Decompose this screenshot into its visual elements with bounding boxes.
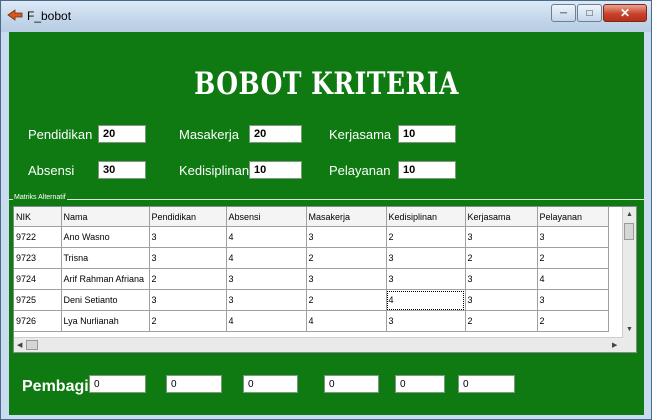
maximize-button[interactable]: □ [577,4,602,22]
window-title: F_bobot [27,9,72,23]
matrix-group-label: Matriks Alternatif [13,194,67,201]
pembagi-label: Pembagi [22,378,89,395]
scroll-up-icon[interactable]: ▲ [626,211,633,218]
column-header-pelayanan[interactable]: Pelayanan [537,207,609,227]
close-button[interactable]: ✕ [603,4,647,22]
column-header-pendidikan[interactable]: Pendidikan [149,207,227,227]
table-cell[interactable]: 3 [149,226,227,248]
masakerja-label: Masakerja [179,127,239,142]
app-window: F_bobot ─ □ ✕ BOBOT KRITERIA Pendidikan … [0,0,652,420]
table-cell[interactable]: 9723 [14,247,62,269]
pembagi-field-6[interactable]: 0 [458,375,515,393]
horizontal-scrollbar[interactable]: ◀ ▶ [14,337,623,352]
minimize-button[interactable]: ─ [551,4,576,22]
table-cell[interactable]: 2 [465,310,538,332]
pembagi-field-2[interactable]: 0 [166,375,222,393]
kerjasama-field[interactable]: 10 [398,125,456,143]
table-cell[interactable]: 2 [465,247,538,269]
table-cell[interactable]: 9724 [14,268,62,290]
table-cell[interactable]: 3 [386,247,466,269]
title-bar[interactable]: F_bobot ─ □ ✕ [1,1,651,32]
table-row: 9723 Trisna 3 4 2 3 2 2 [14,247,609,269]
table-cell[interactable]: Arif Rahman Afriana [61,268,150,290]
table-row: 9724 Arif Rahman Afriana 2 3 3 3 3 4 [14,268,609,290]
column-header-nama[interactable]: Nama [61,207,150,227]
column-header-nik[interactable]: NIK [14,207,62,227]
table-cell[interactable]: 3 [386,310,466,332]
column-header-absensi[interactable]: Absensi [226,207,307,227]
table-cell[interactable]: Ano Wasno [61,226,150,248]
pendidikan-label: Pendidikan [28,127,93,142]
table-row: 9726 Lya Nurlianah 2 4 4 3 2 2 [14,310,609,332]
table-cell[interactable]: 9722 [14,226,62,248]
scroll-down-icon[interactable]: ▼ [626,326,633,333]
table-cell[interactable]: 3 [465,268,538,290]
form-client-area: BOBOT KRITERIA Pendidikan 20 Masakerja 2… [9,32,644,415]
scroll-left-icon[interactable]: ◀ [17,341,22,349]
absensi-field[interactable]: 30 [98,161,146,179]
table-cell[interactable]: 3 [226,268,307,290]
horizontal-scroll-thumb[interactable] [26,340,38,350]
table-cell[interactable]: 2 [306,247,387,269]
table-row: 9725 Deni Setianto 3 3 2 4 3 3 [14,289,609,311]
table-cell[interactable]: 3 [306,268,387,290]
pembagi-field-4[interactable]: 0 [324,375,379,393]
absensi-label: Absensi [28,163,75,178]
caption-buttons: ─ □ ✕ [550,4,647,24]
pembagi-field-1[interactable]: 0 [89,375,146,393]
kedisiplinan-label: Kedisiplinan [179,163,250,178]
column-header-kedisiplinan[interactable]: Kedisiplinan [386,207,466,227]
table-cell[interactable]: 3 [149,289,227,311]
table-header-row: NIK Nama Pendidikan Absensi Masakerja Ke… [14,207,609,227]
vertical-scroll-thumb[interactable] [624,223,634,240]
table-cell[interactable]: 2 [537,247,609,269]
table-cell[interactable]: 9725 [14,289,62,311]
table-cell[interactable]: 3 [537,226,609,248]
minimize-icon: ─ [559,7,568,19]
kerjasama-label: Kerjasama [329,127,392,142]
pelayanan-label: Pelayanan [329,163,391,178]
table-cell[interactable]: 3 [386,268,466,290]
maximize-icon: □ [586,7,593,19]
table-cell[interactable]: 4 [226,226,307,248]
table-cell[interactable]: 3 [149,247,227,269]
table-cell[interactable]: 4 [537,268,609,290]
table-cell[interactable]: Deni Setianto [61,289,150,311]
table-cell[interactable]: 9726 [14,310,62,332]
table-cell-selected[interactable]: 4 [386,289,466,311]
table-cell[interactable]: 3 [226,289,307,311]
kedisiplinan-field[interactable]: 10 [249,161,302,179]
scroll-right-icon[interactable]: ▶ [612,341,617,349]
table-cell[interactable]: 2 [149,268,227,290]
table-cell[interactable]: 4 [226,310,307,332]
alternatives-table: NIK Nama Pendidikan Absensi Masakerja Ke… [14,207,609,332]
pembagi-field-3[interactable]: 0 [243,375,298,393]
table-cell[interactable]: 4 [306,310,387,332]
table-cell[interactable]: Trisna [61,247,150,269]
form-icon [7,8,23,22]
pelayanan-field[interactable]: 10 [398,161,456,179]
pendidikan-field[interactable]: 20 [98,125,146,143]
scrollbar-corner [623,338,636,352]
table-cell[interactable]: 4 [226,247,307,269]
close-icon: ✕ [619,6,631,20]
column-header-masakerja[interactable]: Masakerja [306,207,387,227]
page-title: BOBOT KRITERIA [194,65,459,102]
table-cell[interactable]: 2 [149,310,227,332]
vertical-scrollbar[interactable]: ▲ ▼ [622,207,636,338]
table-cell[interactable]: Lya Nurlianah [61,310,150,332]
table-cell[interactable]: 2 [386,226,466,248]
pembagi-field-5[interactable]: 0 [395,375,445,393]
table-cell[interactable]: 3 [465,226,538,248]
table-cell[interactable]: 3 [537,289,609,311]
table-cell[interactable]: 3 [465,289,538,311]
table-row: 9722 Ano Wasno 3 4 3 2 3 3 [14,226,609,248]
table-cell[interactable]: 2 [306,289,387,311]
column-header-kerjasama[interactable]: Kerjasama [465,207,538,227]
table-cell[interactable]: 2 [537,310,609,332]
table-cell[interactable]: 3 [306,226,387,248]
group-divider [9,199,644,200]
masakerja-field[interactable]: 20 [249,125,302,143]
alternatives-grid[interactable]: NIK Nama Pendidikan Absensi Masakerja Ke… [13,206,637,353]
